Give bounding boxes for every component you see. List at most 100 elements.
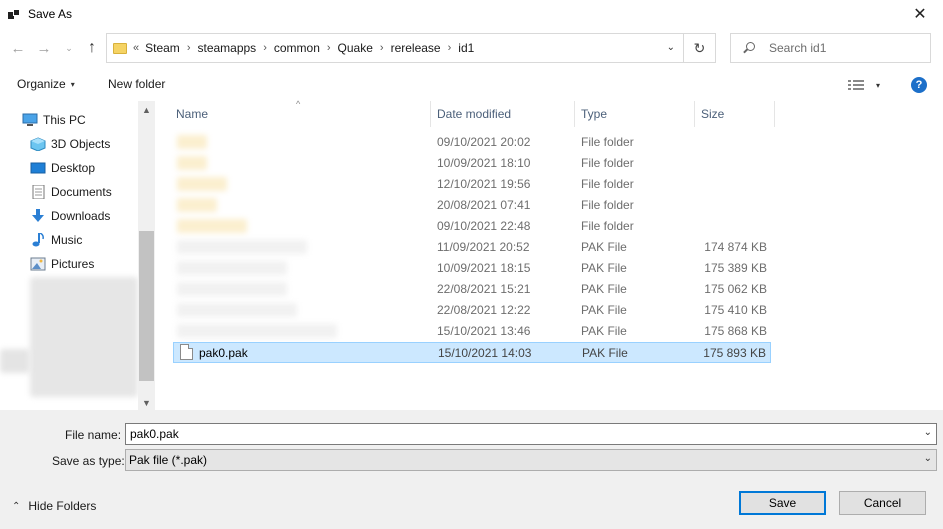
arrow-up-icon: ↑ — [88, 39, 96, 56]
chevron-right-icon[interactable]: › — [187, 42, 191, 54]
file-date: 20/08/2021 07:41 — [437, 198, 531, 212]
file-name-input[interactable]: pak0.pak ⌄ — [125, 423, 937, 445]
column-header-size[interactable]: Size — [695, 101, 775, 127]
cancel-button[interactable]: Cancel — [839, 491, 926, 515]
sidebar-item-music[interactable]: Music — [30, 230, 82, 250]
sidebar-item-label: Desktop — [51, 161, 96, 175]
hide-folders-button[interactable]: ⌃ Hide Folders — [12, 499, 96, 513]
file-date: 15/10/2021 13:46 — [437, 324, 531, 338]
close-icon: ✕ — [913, 5, 927, 23]
column-header-size-label: Size — [701, 107, 725, 121]
obscured-file-name — [177, 261, 287, 275]
sidebar-item-pictures[interactable]: Pictures — [30, 254, 94, 274]
file-size: 175 062 KB — [704, 282, 767, 296]
save-as-type-label: Save as type: — [52, 454, 125, 468]
breadcrumb-item-id1[interactable]: id1 — [458, 41, 474, 55]
column-header-date[interactable]: Date modified — [431, 101, 575, 127]
sort-ascending-icon: ^ — [296, 99, 301, 109]
obscured-file-name — [177, 198, 217, 212]
breadcrumb-item-common[interactable]: common — [274, 41, 320, 55]
save-button[interactable]: Save — [739, 491, 826, 515]
breadcrumb-item-steam[interactable]: Steam — [145, 41, 180, 55]
file-date: 09/10/2021 20:02 — [437, 135, 531, 149]
address-bar[interactable]: « Steam › steamapps › common › Quake › r… — [106, 33, 684, 63]
file-list: ^ Name Date modified Type Size 09/10/202… — [163, 99, 943, 410]
table-row[interactable]: 09/10/2021 20:02 File folder — [173, 132, 771, 153]
file-date: 09/10/2021 22:48 — [437, 219, 531, 233]
obscured-file-name — [177, 324, 337, 338]
address-dropdown-icon[interactable]: ⌄ — [667, 42, 675, 53]
table-row[interactable]: 12/10/2021 19:56 File folder — [173, 174, 771, 195]
close-button[interactable]: ✕ — [897, 0, 943, 27]
table-row[interactable]: 11/09/2021 20:52 PAK File 174 874 KB — [173, 237, 771, 258]
sidebar-item-desktop[interactable]: Desktop — [30, 158, 95, 178]
organize-button[interactable]: Organize ▾ — [17, 77, 75, 91]
file-size: 175 868 KB — [704, 324, 767, 338]
file-date: 11/09/2021 20:52 — [437, 240, 530, 254]
table-row[interactable]: 09/10/2021 22:48 File folder — [173, 216, 771, 237]
table-row[interactable]: 10/09/2021 18:10 File folder — [173, 153, 771, 174]
file-icon — [180, 344, 193, 360]
sidebar-item-3d-objects[interactable]: 3D Objects — [30, 134, 110, 154]
new-folder-button[interactable]: New folder — [108, 77, 165, 91]
save-as-type-select[interactable]: Pak file (*.pak) ⌄ — [125, 449, 937, 471]
file-date: 22/08/2021 15:21 — [437, 282, 531, 296]
navigation-pane: This PC 3D Objects Desktop Documents Dow… — [0, 101, 155, 410]
chevron-right-icon[interactable]: › — [380, 42, 384, 54]
refresh-icon: ↻ — [693, 39, 706, 56]
scrollbar-thumb[interactable] — [139, 231, 154, 381]
sidebar-item-downloads[interactable]: Downloads — [30, 206, 110, 226]
column-header-type[interactable]: Type — [575, 101, 695, 127]
scroll-up-icon[interactable]: ▲ — [142, 105, 151, 115]
table-row[interactable]: 20/08/2021 07:41 File folder — [173, 195, 771, 216]
chevron-down-icon[interactable]: ⌄ — [924, 427, 932, 438]
navigation-pane-scrollbar[interactable]: ▲ ▼ — [138, 101, 155, 410]
file-size: 174 874 KB — [704, 240, 767, 254]
forward-button[interactable]: → — [34, 39, 54, 57]
search-icon — [743, 42, 755, 54]
column-header-name[interactable]: ^ Name — [163, 99, 431, 127]
file-type: File folder — [581, 219, 634, 233]
breadcrumb-overflow-icon[interactable]: « — [133, 42, 139, 54]
change-view-button[interactable]: ▾ — [848, 78, 888, 92]
refresh-button[interactable]: ↻ — [684, 33, 716, 63]
file-size: 175 893 KB — [703, 346, 766, 360]
obscured-sidebar-selection — [0, 349, 30, 373]
pictures-icon — [30, 257, 46, 271]
table-row[interactable]: 22/08/2021 12:22 PAK File 175 410 KB — [173, 300, 771, 321]
recent-locations-button[interactable]: ⌄ — [62, 39, 76, 57]
arrow-left-icon: ← — [10, 39, 26, 57]
organize-label: Organize — [17, 77, 66, 91]
help-icon: ? — [915, 79, 923, 91]
file-type: PAK File — [581, 261, 627, 275]
chevron-right-icon[interactable]: › — [327, 42, 331, 54]
navigation-bar: ← → ⌄ ↑ « Steam › steamapps › common › Q… — [0, 31, 943, 65]
chevron-down-icon: ⌄ — [65, 42, 73, 53]
breadcrumb-item-steamapps[interactable]: steamapps — [197, 41, 256, 55]
file-type: PAK File — [581, 303, 627, 317]
search-input[interactable]: Search id1 — [730, 33, 931, 63]
scroll-down-icon[interactable]: ▼ — [142, 398, 151, 408]
breadcrumb-item-quake[interactable]: Quake — [338, 41, 373, 55]
table-row[interactable]: 10/09/2021 18:15 PAK File 175 389 KB — [173, 258, 771, 279]
sidebar-item-this-pc[interactable]: This PC — [22, 110, 86, 130]
file-date: 10/09/2021 18:15 — [437, 261, 531, 275]
this-pc-icon — [22, 113, 38, 127]
chevron-right-icon[interactable]: › — [263, 42, 267, 54]
up-button[interactable]: ↑ — [82, 39, 102, 57]
table-row[interactable]: 22/08/2021 15:21 PAK File 175 062 KB — [173, 279, 771, 300]
table-row[interactable]: pak0.pak 15/10/2021 14:03 PAK File 175 893 … — [173, 342, 771, 363]
help-button[interactable]: ? — [911, 77, 927, 93]
back-button[interactable]: ← — [8, 39, 28, 57]
breadcrumb-item-rerelease[interactable]: rerelease — [391, 41, 441, 55]
table-row[interactable]: 15/10/2021 13:46 PAK File 175 868 KB — [173, 321, 771, 342]
chevron-down-icon: ⌄ — [923, 453, 932, 464]
folder-icon — [113, 42, 127, 54]
desktop-icon — [30, 161, 46, 175]
sidebar-item-label: Music — [51, 233, 83, 247]
file-type: File folder — [581, 177, 634, 191]
chevron-right-icon[interactable]: › — [448, 42, 452, 54]
obscured-file-name — [177, 303, 297, 317]
file-type: PAK File — [581, 324, 627, 338]
sidebar-item-documents[interactable]: Documents — [30, 182, 112, 202]
